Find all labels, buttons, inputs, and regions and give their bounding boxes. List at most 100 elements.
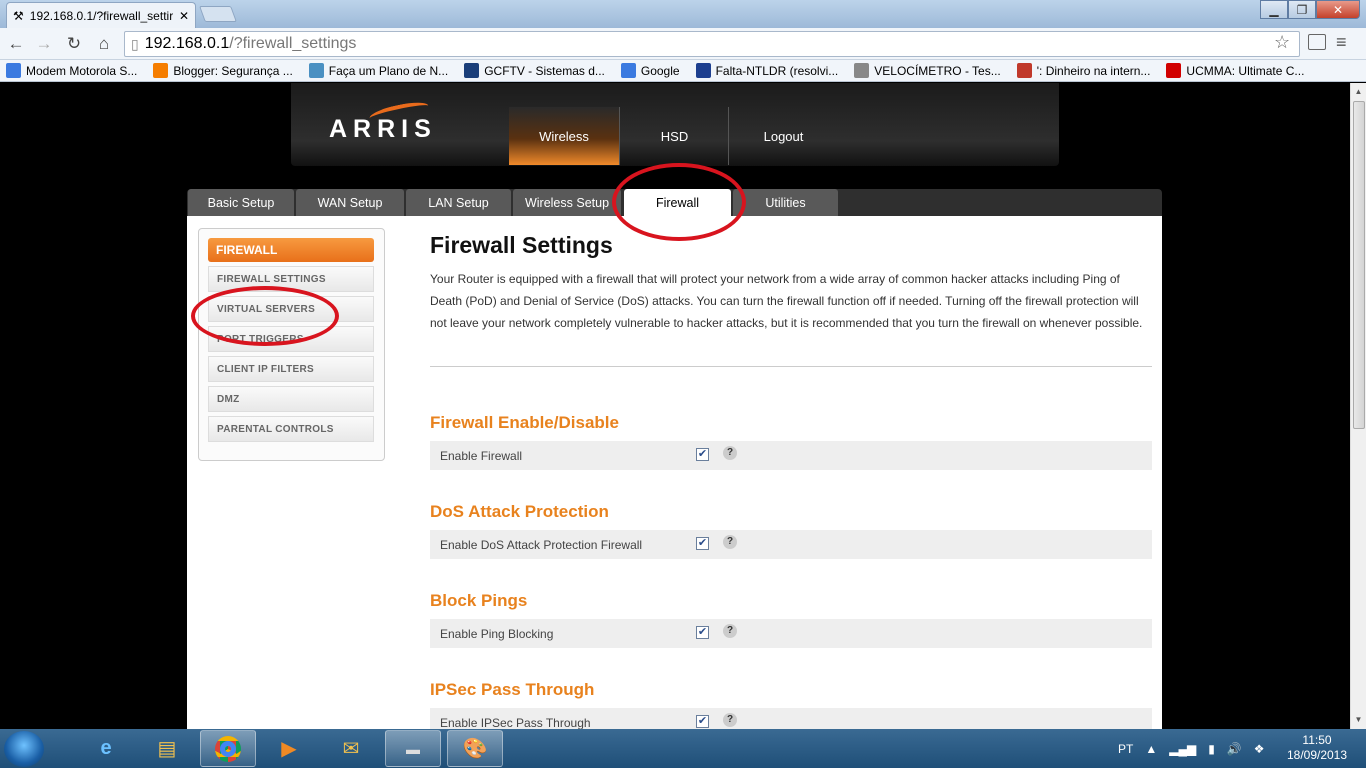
battery-icon[interactable]: ▮ [1208, 742, 1215, 756]
bookmark-label: GCFTV - Sistemas d... [484, 63, 605, 78]
bookmark-favicon-icon [695, 63, 711, 78]
nav-hsd[interactable]: HSD [619, 107, 729, 165]
minimize-button[interactable]: ▁ [1260, 0, 1288, 19]
sidebar-heading: FIREWALL [208, 238, 374, 262]
setting-row-ipsec: Enable IPSec Pass Through ✔ ? [430, 708, 1152, 729]
setting-label: Enable Ping Blocking [440, 626, 554, 641]
bookmark-star-icon[interactable]: ☆ [1274, 32, 1290, 53]
nav-logout[interactable]: Logout [728, 107, 838, 165]
bookmark-item[interactable]: Google [620, 63, 680, 78]
back-arrow-icon[interactable]: ← [4, 32, 28, 56]
bookmark-item[interactable]: VELOCÍMETRO - Tes... [854, 63, 1001, 78]
page-action-icon[interactable] [1308, 34, 1326, 50]
bookmark-label: Faça um Plano de N... [328, 63, 449, 78]
network-icon[interactable]: ▂▄▆ [1169, 742, 1196, 756]
bookmark-label: Falta-NTLDR (resolvi... [715, 63, 839, 78]
page-icon: ▯ [131, 35, 139, 52]
section-heading-block-pings: Block Pings [430, 591, 528, 610]
bookmark-item[interactable]: ': Dinheiro na intern... [1016, 63, 1151, 78]
scroll-thumb[interactable] [1353, 101, 1365, 429]
sidebar-item-parental-controls[interactable]: PARENTAL CONTROLS [208, 416, 374, 442]
maximize-button[interactable]: ❐ [1288, 0, 1316, 19]
enable-ipsec-checkbox[interactable]: ✔ [696, 715, 709, 728]
enable-ping-blocking-checkbox[interactable]: ✔ [696, 626, 709, 639]
help-icon[interactable]: ? [723, 446, 737, 460]
close-window-button[interactable]: ✕ [1316, 0, 1360, 19]
help-icon[interactable]: ? [723, 624, 737, 638]
scroll-up-icon[interactable]: ▲ [1351, 84, 1366, 99]
sidebar-item-client-ip-filters[interactable]: CLIENT IP FILTERS [208, 356, 374, 382]
chrome-icon[interactable] [200, 730, 256, 767]
bookmark-label: VELOCÍMETRO - Tes... [874, 63, 1001, 78]
page-title: Firewall Settings [430, 232, 613, 258]
paint-icon[interactable]: 🎨 [447, 730, 503, 767]
router-page: ARRIS Wireless HSD Logout Basic Setup WA… [0, 83, 1350, 729]
sidebar-item-dmz[interactable]: DMZ [208, 386, 374, 412]
bookmark-item[interactable]: Faça um Plano de N... [308, 63, 449, 78]
bookmark-favicon-icon [308, 63, 324, 78]
bookmark-item[interactable]: UCMMA: Ultimate C... [1166, 63, 1304, 78]
bookmark-label: Blogger: Segurança ... [173, 63, 293, 78]
bookmark-favicon-icon [6, 63, 21, 78]
volume-icon[interactable]: 🔊 [1227, 742, 1242, 756]
section-heading-ipsec: IPSec Pass Through [430, 680, 595, 699]
tray-expand-icon[interactable]: ▲ [1145, 742, 1157, 756]
file-explorer-icon[interactable]: ▤ [139, 730, 195, 767]
router-header: ARRIS Wireless HSD Logout [291, 83, 1059, 166]
bookmark-favicon-icon [1166, 63, 1182, 78]
media-player-icon[interactable]: ▶ [261, 730, 317, 767]
start-button[interactable] [4, 731, 44, 767]
bookmark-item[interactable]: Modem Motorola S... [6, 63, 137, 78]
browser-tab[interactable]: ⚒ 192.168.0.1/?firewall_settir ✕ [6, 2, 196, 28]
bookmark-label: Modem Motorola S... [26, 63, 138, 78]
bookmark-label: Google [640, 63, 680, 78]
dropbox-icon[interactable]: ❖ [1254, 742, 1265, 756]
new-tab-button[interactable] [199, 6, 237, 22]
address-bar[interactable]: ▯ 192.168.0.1/?firewall_settings [124, 31, 1300, 57]
wrench-menu-icon[interactable]: ≡ [1336, 32, 1347, 53]
enable-firewall-checkbox[interactable]: ✔ [696, 448, 709, 461]
language-indicator[interactable]: PT [1118, 742, 1133, 756]
bookmark-item[interactable]: Blogger: Segurança ... [153, 63, 293, 78]
url-path: /?firewall_settings [229, 35, 357, 52]
internet-explorer-icon[interactable]: e [78, 730, 134, 767]
windows-taskbar: e ▤ ▶ ✉ ▬ 🎨 PT ▲ ▂▄▆ ▮ 🔊 ❖ 11:50 18/09/2… [0, 729, 1366, 768]
setting-label: Enable IPSec Pass Through [440, 715, 591, 730]
tab-wan-setup[interactable]: WAN Setup [296, 189, 404, 216]
url-host: 192.168.0.1 [144, 35, 230, 52]
reload-icon[interactable]: ↻ [62, 32, 86, 56]
arris-logo: ARRIS [329, 115, 437, 143]
forward-arrow-icon[interactable]: → [32, 32, 56, 56]
tools-favicon-icon: ⚒ [13, 8, 24, 23]
setting-label: Enable DoS Attack Protection Firewall [440, 537, 643, 552]
tab-utilities[interactable]: Utilities [733, 189, 838, 216]
outlook-icon[interactable]: ✉ [323, 730, 379, 767]
clock-date: 18/09/2013 [1286, 748, 1348, 762]
bookmark-label: UCMMA: Ultimate C... [1186, 63, 1305, 78]
bookmark-item[interactable]: Falta-NTLDR (resolvi... [695, 63, 839, 78]
enable-dos-checkbox[interactable]: ✔ [696, 537, 709, 550]
clock[interactable]: 11:50 18/09/2013 [1282, 733, 1352, 763]
tab-wireless-setup[interactable]: Wireless Setup [513, 189, 621, 216]
tab-basic-setup[interactable]: Basic Setup [188, 189, 294, 216]
command-prompt-icon[interactable]: ▬ [385, 730, 441, 767]
content-panel: FIREWALL FIREWALL SETTINGS VIRTUAL SERVE… [187, 216, 1162, 729]
bookmark-label: ': Dinheiro na intern... [1036, 63, 1151, 78]
home-icon[interactable]: ⌂ [92, 32, 116, 56]
divider [430, 366, 1152, 367]
bookmark-favicon-icon [854, 63, 870, 78]
system-tray: PT ▲ ▂▄▆ ▮ 🔊 ❖ [1118, 729, 1265, 768]
scroll-down-icon[interactable]: ▼ [1351, 712, 1366, 727]
annotation-circle-firewall-tab [612, 163, 746, 241]
setting-row-ping: Enable Ping Blocking ✔ ? [430, 619, 1152, 648]
bookmark-item[interactable]: GCFTV - Sistemas d... [464, 63, 605, 78]
bookmark-favicon-icon [1016, 63, 1032, 78]
tab-lan-setup[interactable]: LAN Setup [406, 189, 511, 216]
annotation-circle-virtual-servers [191, 286, 339, 346]
help-icon[interactable]: ? [723, 713, 737, 727]
page-scrollbar[interactable]: ▲ ▼ [1350, 83, 1366, 729]
nav-wireless[interactable]: Wireless [509, 107, 619, 165]
bookmarks-bar: Modem Motorola S... Blogger: Segurança ..… [0, 60, 1366, 82]
close-tab-icon[interactable]: ✕ [179, 9, 189, 23]
help-icon[interactable]: ? [723, 535, 737, 549]
